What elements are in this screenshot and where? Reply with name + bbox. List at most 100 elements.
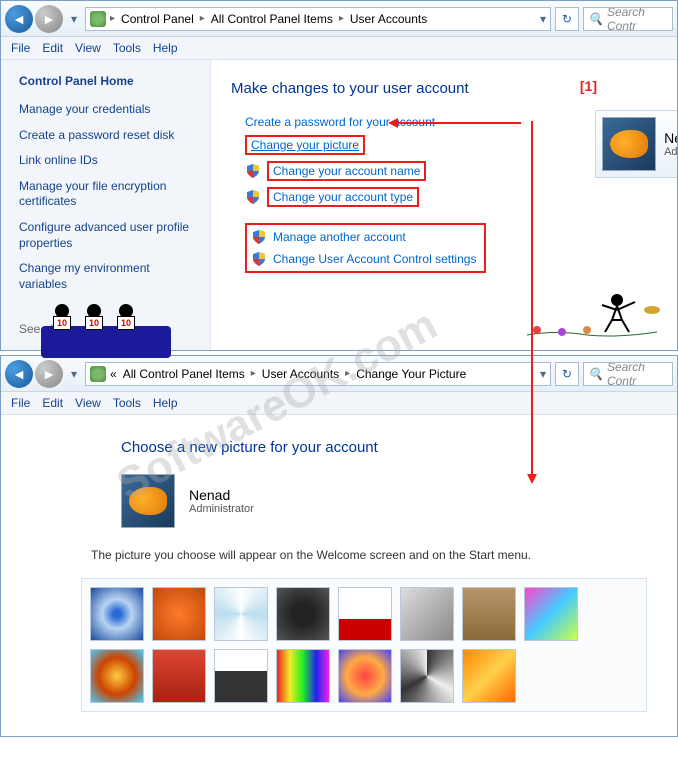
- menu-help[interactable]: Help: [153, 396, 178, 410]
- picture-option[interactable]: [276, 587, 330, 641]
- menu-file[interactable]: File: [11, 396, 30, 410]
- search-placeholder: Search Contr: [607, 7, 668, 31]
- search-input[interactable]: 🔍 Search Contr: [583, 362, 673, 386]
- task-link: Change your account type: [273, 190, 413, 204]
- menu-bar: File Edit View Tools Help: [1, 37, 677, 60]
- sidebar-link[interactable]: Configure advanced user profile properti…: [19, 220, 196, 251]
- main-content: Choose a new picture for your account Ne…: [1, 415, 677, 736]
- search-icon: 🔍: [588, 12, 603, 26]
- breadcrumb-item[interactable]: Change Your Picture: [354, 367, 468, 381]
- judge-score: 10: [117, 316, 135, 330]
- user-account-card: Ne Ad: [595, 110, 677, 178]
- sidebar-link[interactable]: Manage your credentials: [19, 102, 196, 118]
- picture-option[interactable]: [462, 587, 516, 641]
- picture-option[interactable]: [152, 649, 206, 703]
- page-heading: Choose a new picture for your account: [121, 439, 647, 456]
- nav-back-button[interactable]: ◄: [5, 5, 33, 33]
- breadcrumb-item[interactable]: All Control Panel Items: [209, 12, 335, 26]
- breadcrumb-item[interactable]: User Accounts: [348, 12, 429, 26]
- sidebar-link[interactable]: Create a password reset disk: [19, 128, 196, 144]
- search-placeholder: Search Contr: [607, 362, 668, 386]
- picture-option[interactable]: [338, 649, 392, 703]
- picture-option[interactable]: [214, 649, 268, 703]
- nav-forward-button[interactable]: ►: [35, 5, 63, 33]
- refresh-button[interactable]: ↻: [555, 7, 579, 31]
- nav-bar: ◄ ► ▾ ▸ Control Panel ▸ All Control Pane…: [1, 1, 677, 37]
- address-dropdown-icon[interactable]: ▾: [540, 12, 546, 26]
- window-change-picture: ◄ ► ▾ « All Control Panel Items ▸ User A…: [0, 355, 678, 737]
- user-avatar: [602, 117, 656, 171]
- nav-history-dropdown[interactable]: ▾: [67, 367, 81, 381]
- address-bar[interactable]: « All Control Panel Items ▸ User Account…: [85, 362, 551, 386]
- nav-bar: ◄ ► ▾ « All Control Panel Items ▸ User A…: [1, 356, 677, 392]
- picture-option[interactable]: [214, 587, 268, 641]
- user-avatar: [121, 474, 175, 528]
- breadcrumb-item[interactable]: All Control Panel Items: [121, 367, 247, 381]
- nav-forward-button[interactable]: ►: [35, 360, 63, 388]
- description-text: The picture you choose will appear on th…: [91, 548, 647, 562]
- menu-tools[interactable]: Tools: [113, 41, 141, 55]
- task-manage-another[interactable]: Manage another account: [251, 229, 476, 245]
- task-link: Change User Account Control settings: [273, 252, 476, 266]
- sidebar-link[interactable]: Manage your file encryption certificates: [19, 179, 196, 210]
- user-name-label: Ne: [664, 130, 677, 146]
- task-link: Change your picture: [251, 138, 359, 152]
- picture-option[interactable]: [152, 587, 206, 641]
- shield-icon: [251, 251, 267, 267]
- menu-help[interactable]: Help: [153, 41, 178, 55]
- chevron-right-icon: ▸: [343, 368, 352, 379]
- breadcrumb-item[interactable]: User Accounts: [260, 367, 341, 381]
- picture-option[interactable]: [400, 587, 454, 641]
- annotation-arrow-icon: [391, 122, 521, 124]
- menu-tools[interactable]: Tools: [113, 396, 141, 410]
- picture-option[interactable]: [90, 649, 144, 703]
- menu-view[interactable]: View: [75, 41, 101, 55]
- nav-back-button[interactable]: ◄: [5, 360, 33, 388]
- judge-score: 10: [85, 316, 103, 330]
- annotation-marker: [1]: [580, 78, 597, 94]
- judges-decoration: 10 10 10: [41, 304, 171, 358]
- task-change-type[interactable]: Change your account type: [245, 187, 657, 207]
- address-dropdown-icon[interactable]: ▾: [540, 367, 546, 381]
- sidebar-link[interactable]: Change my environment variables: [19, 261, 196, 292]
- search-input[interactable]: 🔍 Search Contr: [583, 7, 673, 31]
- shield-icon: [245, 163, 261, 179]
- control-panel-icon: [90, 11, 106, 27]
- menu-edit[interactable]: Edit: [42, 396, 63, 410]
- picture-grid: [81, 578, 647, 712]
- task-uac-settings[interactable]: Change User Account Control settings: [251, 251, 476, 267]
- breadcrumb-item[interactable]: Control Panel: [119, 12, 196, 26]
- picture-option[interactable]: [338, 587, 392, 641]
- window-user-accounts: ◄ ► ▾ ▸ Control Panel ▸ All Control Pane…: [0, 0, 678, 351]
- nav-history-dropdown[interactable]: ▾: [67, 12, 81, 26]
- annotation-arrow-down-icon: [531, 121, 533, 481]
- user-name-label: Nenad: [189, 487, 254, 503]
- picture-option[interactable]: [462, 649, 516, 703]
- control-panel-icon: [90, 366, 106, 382]
- picture-option[interactable]: [400, 649, 454, 703]
- garden-decoration: [517, 280, 667, 340]
- user-role-label: Ad: [664, 146, 677, 158]
- sidebar: Control Panel Home Manage your credentia…: [1, 60, 211, 350]
- picture-option[interactable]: [276, 649, 330, 703]
- shield-icon: [245, 189, 261, 205]
- menu-view[interactable]: View: [75, 396, 101, 410]
- chevron-right-icon: ▸: [249, 368, 258, 379]
- menu-file[interactable]: File: [11, 41, 30, 55]
- address-bar[interactable]: ▸ Control Panel ▸ All Control Panel Item…: [85, 7, 551, 31]
- picture-option[interactable]: [90, 587, 144, 641]
- sidebar-link[interactable]: Link online IDs: [19, 153, 196, 169]
- chevron-right-icon: ▸: [108, 13, 117, 24]
- breadcrumb-prefix[interactable]: «: [108, 367, 119, 381]
- chevron-right-icon: ▸: [198, 13, 207, 24]
- task-link: Change your account name: [273, 164, 420, 178]
- task-link: Manage another account: [273, 230, 406, 244]
- menu-bar: File Edit View Tools Help: [1, 392, 677, 415]
- chevron-right-icon: ▸: [337, 13, 346, 24]
- sidebar-home-link[interactable]: Control Panel Home: [19, 74, 196, 88]
- main-content: Make changes to your user account Create…: [211, 60, 677, 350]
- user-role-label: Administrator: [189, 503, 254, 515]
- picture-option[interactable]: [524, 587, 578, 641]
- menu-edit[interactable]: Edit: [42, 41, 63, 55]
- refresh-button[interactable]: ↻: [555, 362, 579, 386]
